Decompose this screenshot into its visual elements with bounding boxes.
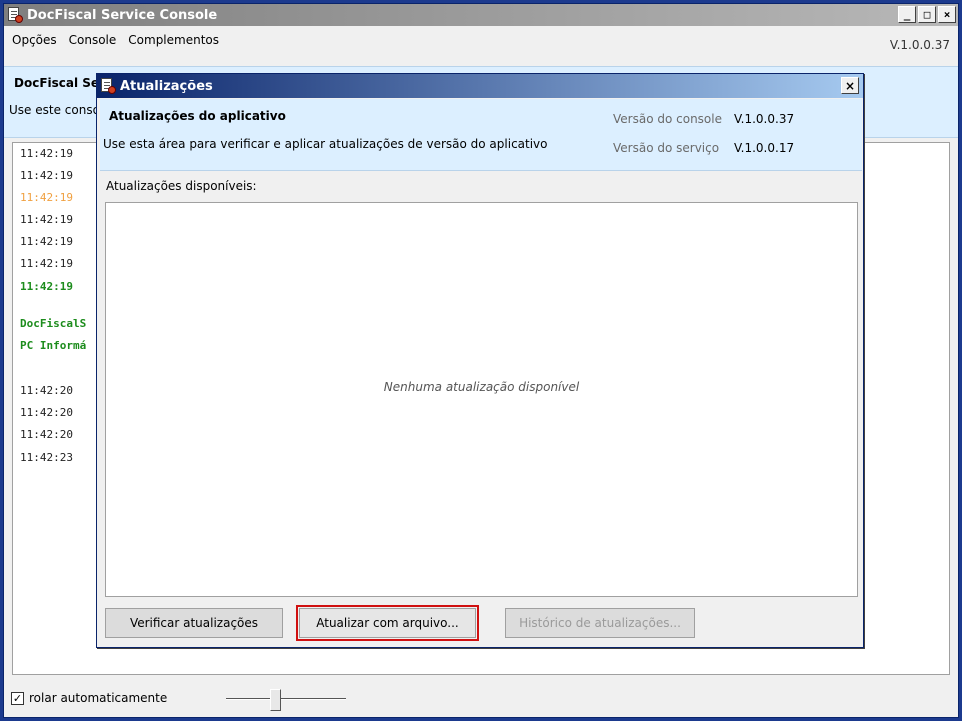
updates-list-label: Atualizações disponíveis:	[106, 179, 257, 193]
update-from-file-button[interactable]: Atualizar com arquivo...	[296, 605, 479, 641]
autoscroll-label: rolar automaticamente	[29, 691, 168, 705]
updates-dialog: Atualizações × Atualizações do aplicativ…	[96, 73, 864, 648]
log-line: 11:42:19	[20, 257, 73, 270]
zoom-slider-thumb[interactable]	[270, 689, 281, 711]
updates-list[interactable]: Nenhuma atualização disponível	[105, 202, 858, 597]
log-line: 11:42:23	[20, 451, 73, 464]
log-line: 11:42:19	[20, 235, 73, 248]
close-button[interactable]: ×	[938, 6, 956, 23]
dialog-app-icon	[100, 78, 116, 94]
main-titlebar[interactable]: DocFiscal Service Console _ □ ×	[4, 4, 958, 26]
service-version-value: V.1.0.0.17	[734, 141, 795, 155]
menu-complementos[interactable]: Complementos	[122, 33, 225, 47]
app-version: V.1.0.0.37	[889, 38, 950, 52]
app-icon	[7, 7, 23, 23]
console-version-value: V.1.0.0.37	[734, 112, 795, 126]
service-version-label: Versão do serviço	[613, 141, 720, 155]
log-line: 11:42:19	[20, 147, 73, 160]
autoscroll-checkbox[interactable]: ✓	[11, 692, 24, 705]
update-history-button[interactable]: Histórico de atualizações...	[505, 608, 695, 638]
log-line: 11:42:20	[20, 406, 73, 419]
log-line: 11:42:20	[20, 384, 73, 397]
main-header-desc: Use este consol	[9, 103, 104, 117]
console-version-label: Versão do console	[613, 112, 722, 126]
updates-empty-message: Nenhuma atualização disponível	[383, 380, 580, 394]
dialog-titlebar[interactable]: Atualizações ×	[97, 74, 863, 98]
log-line: DocFiscalS	[20, 317, 87, 330]
menu-opcoes[interactable]: Opções	[4, 33, 63, 47]
menubar: Opções Console Complementos	[4, 28, 958, 52]
dialog-close-button[interactable]: ×	[841, 77, 859, 94]
dialog-header-title: Atualizações do aplicativo	[109, 109, 286, 123]
zoom-slider-track[interactable]	[226, 698, 346, 700]
check-updates-button[interactable]: Verificar atualizações	[105, 608, 283, 638]
log-line: PC Informá	[20, 339, 87, 352]
menu-console[interactable]: Console	[63, 33, 123, 47]
log-line: 11:42:19	[20, 191, 73, 204]
log-line: 11:42:19	[20, 280, 73, 293]
log-line: 11:42:19	[20, 213, 73, 226]
dialog-header: Atualizações do aplicativo Use esta área…	[100, 99, 862, 171]
main-title: DocFiscal Service Console	[27, 7, 218, 23]
bottom-bar: ✓ rolar automaticamente	[4, 682, 958, 717]
main-header-title: DocFiscal Se	[14, 76, 100, 90]
log-line: 11:42:20	[20, 428, 73, 441]
minimize-button[interactable]: _	[898, 6, 916, 23]
dialog-header-desc: Use esta área para verificar e aplicar a…	[103, 137, 548, 151]
dialog-title: Atualizações	[120, 78, 213, 94]
log-line: 11:42:19	[20, 169, 73, 182]
window-controls: _ □ ×	[898, 6, 956, 23]
maximize-button[interactable]: □	[918, 6, 936, 23]
